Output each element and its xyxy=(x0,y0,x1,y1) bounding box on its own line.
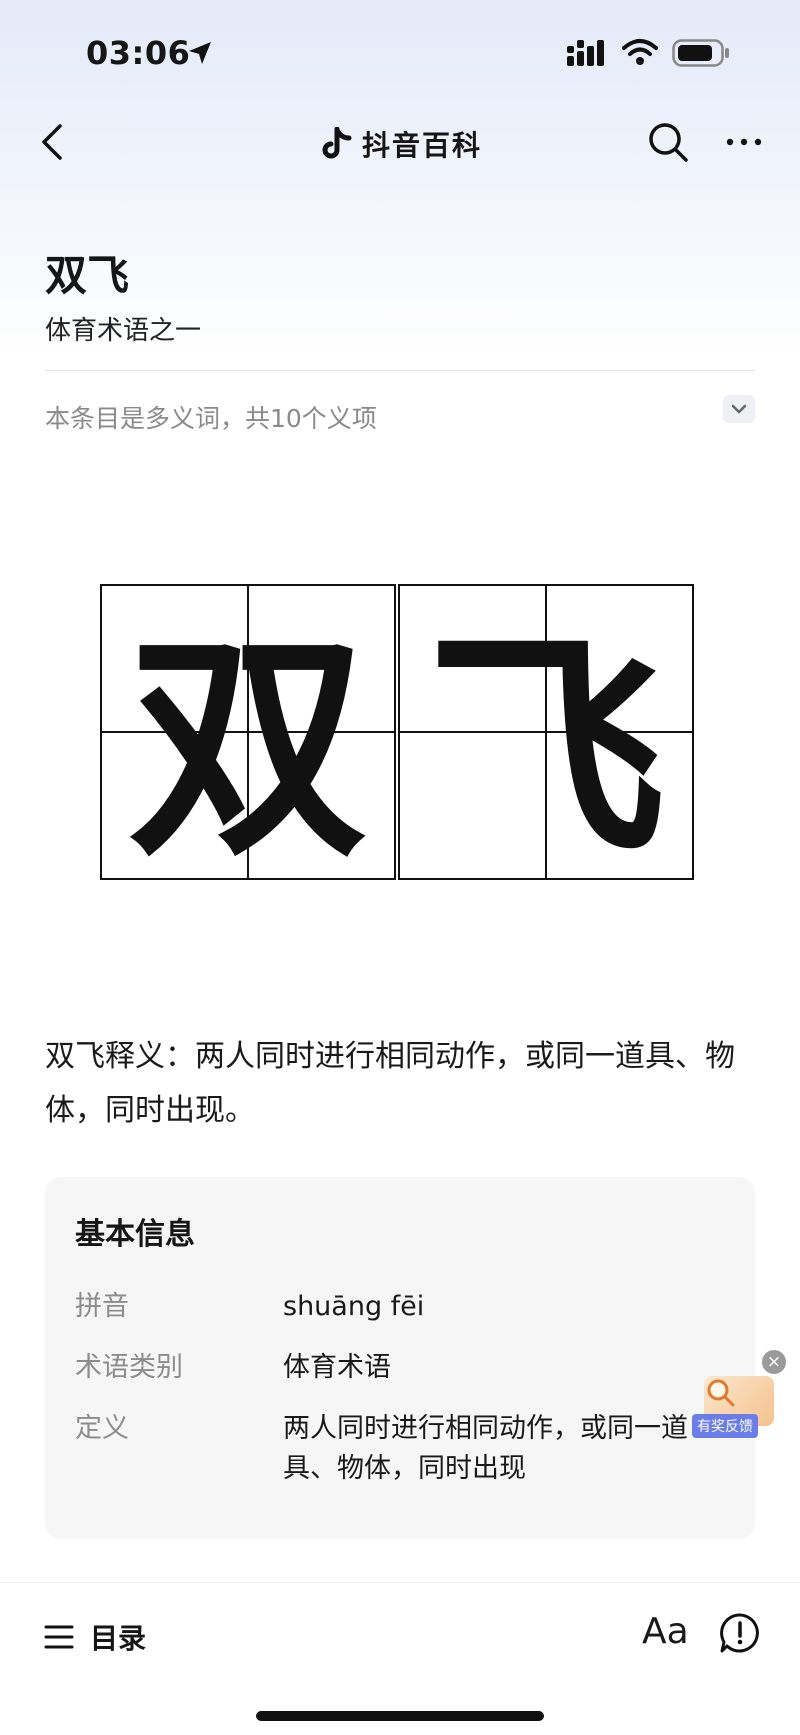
toc-label: 目录 xyxy=(90,1622,147,1655)
calligraphy-char: 双 xyxy=(128,609,368,880)
chevron-down-icon xyxy=(731,404,747,414)
info-label: 拼音 xyxy=(75,1291,129,1322)
definition-paragraph: 双飞释义：两人同时进行相同动作，或同一道具、物体，同时出现。 xyxy=(45,1039,735,1128)
page-subtitle: 体育术语之一 xyxy=(45,316,202,346)
close-icon[interactable]: × xyxy=(762,1350,786,1374)
info-value: 体育术语 xyxy=(283,1352,391,1383)
page-title: 双飞 xyxy=(45,251,130,300)
calligraphy-image[interactable]: 双 飞 xyxy=(100,584,694,880)
menu-lines-icon xyxy=(44,1625,74,1649)
info-value: 两人同时进行相同动作，或同一道具、物体，同时出现 xyxy=(283,1413,688,1484)
magnifier-icon xyxy=(707,1379,735,1407)
calligraphy-char: 飞 xyxy=(426,609,666,880)
home-indicator[interactable] xyxy=(256,1711,544,1721)
bottom-bar: 目录 Aa xyxy=(0,1582,800,1735)
location-arrow-icon xyxy=(189,42,211,64)
info-value: shuāng fēi xyxy=(283,1291,425,1322)
info-card-title: 基本信息 xyxy=(75,1217,195,1252)
status-time: 03:06 xyxy=(86,34,191,72)
back-button[interactable] xyxy=(34,122,74,162)
font-size-button[interactable]: Aa xyxy=(642,1611,689,1652)
wifi-icon xyxy=(622,39,658,65)
expand-meanings-button[interactable] xyxy=(723,395,755,423)
polysemy-row[interactable]: 本条目是多义词，共10个义项 xyxy=(45,395,755,435)
douyin-logo-icon xyxy=(322,127,352,159)
exclamation-bubble-icon[interactable] xyxy=(718,1611,762,1655)
polysemy-note: 本条目是多义词，共10个义项 xyxy=(45,404,377,433)
toc-button[interactable]: 目录 xyxy=(44,1617,146,1657)
search-icon[interactable] xyxy=(646,120,690,164)
navbar: 抖音百科 xyxy=(0,110,800,174)
nav-title-text: 抖音百科 xyxy=(362,129,483,162)
more-dots-icon[interactable] xyxy=(722,120,766,164)
info-label: 定义 xyxy=(75,1413,129,1444)
feedback-label[interactable]: 有奖反馈 xyxy=(692,1414,758,1438)
info-label: 术语类别 xyxy=(75,1352,183,1383)
feedback-widget[interactable]: 有奖反馈 × xyxy=(690,1350,800,1450)
status-bar: 03:06 xyxy=(0,0,800,100)
cellular-signal-icon xyxy=(567,40,604,66)
basic-info-card: 基本信息 拼音 shuāng fēi 术语类别 体育术语 定义 两人同时进行相同… xyxy=(45,1177,755,1539)
divider xyxy=(45,370,755,371)
nav-title: 抖音百科 xyxy=(320,124,482,164)
battery-icon xyxy=(672,39,729,67)
